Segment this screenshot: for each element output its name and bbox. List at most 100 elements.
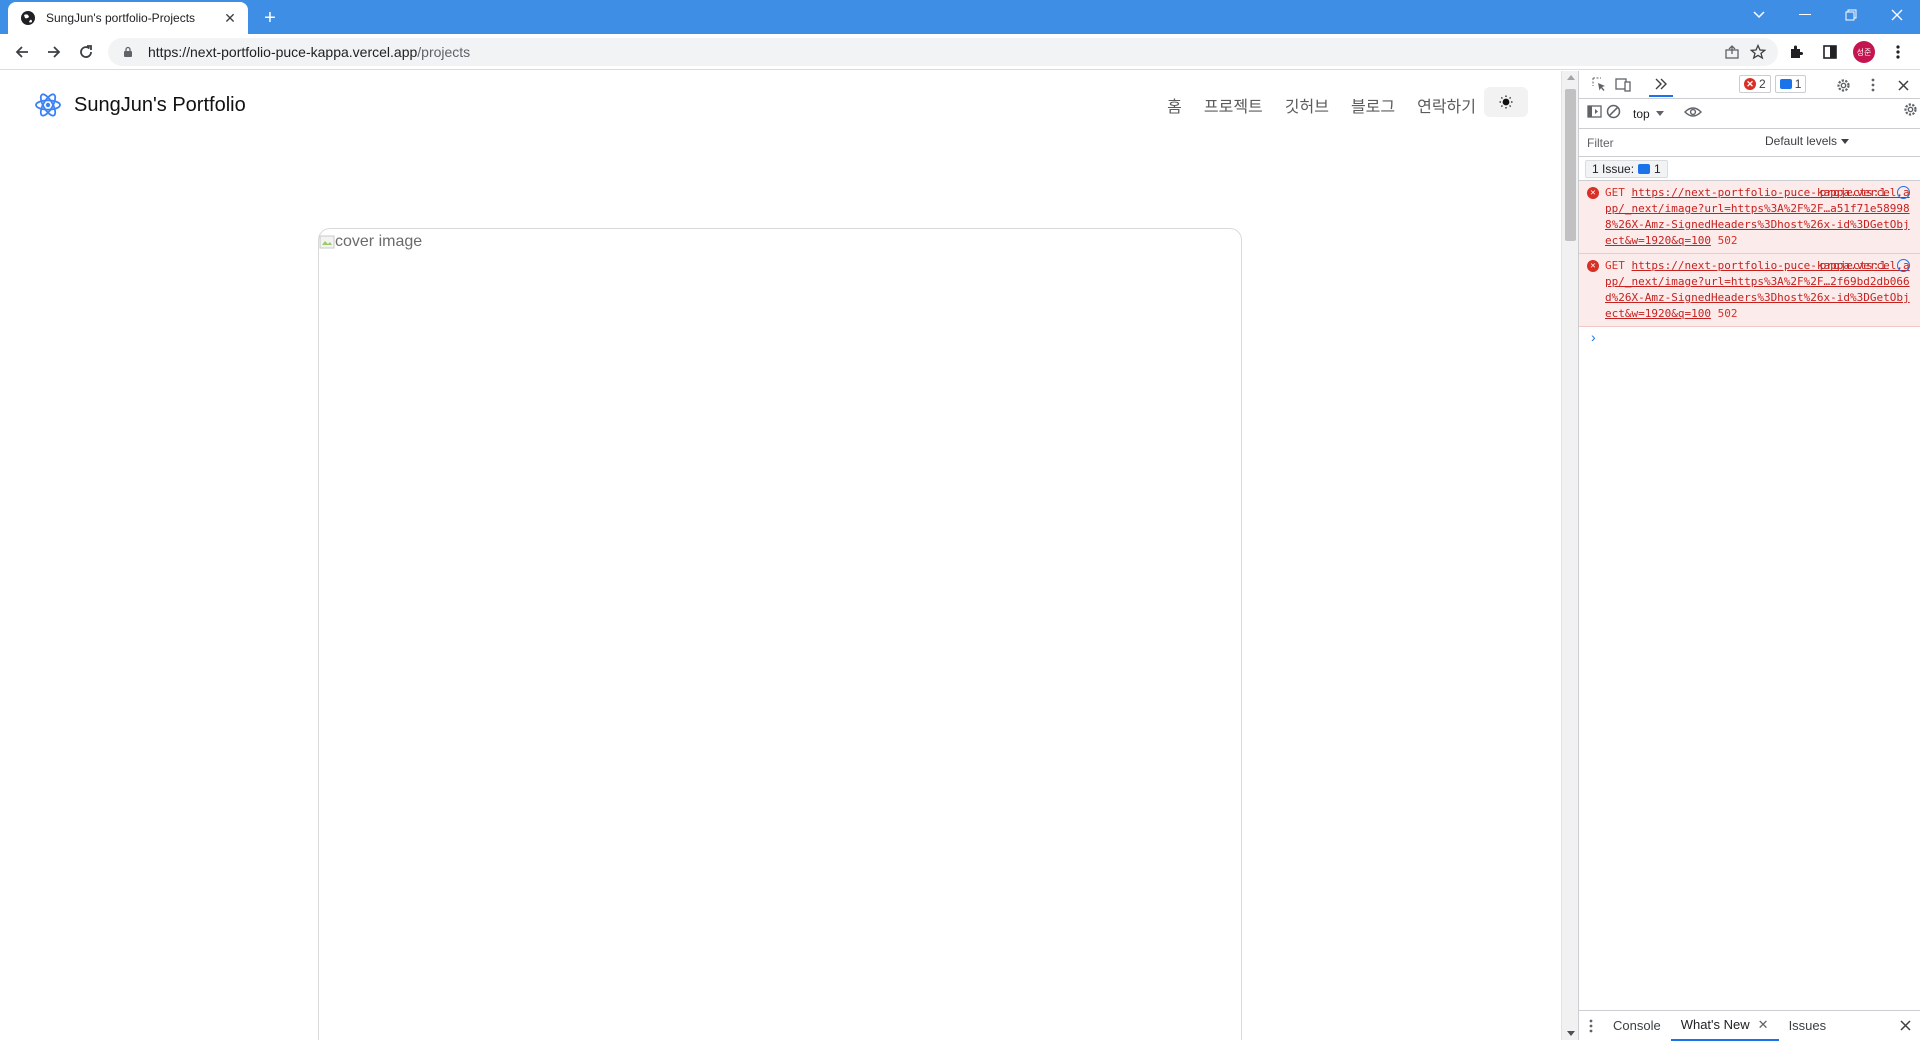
globe-icon — [21, 11, 35, 25]
brand-link[interactable]: SungJun's Portfolio — [34, 91, 246, 119]
scroll-up-icon[interactable] — [1567, 75, 1575, 80]
error-icon: ✕ — [1587, 187, 1599, 199]
reload-button[interactable] — [70, 36, 102, 68]
nav-blog[interactable]: 블로그 — [1351, 93, 1395, 117]
drawer-tab-label: Console — [1613, 1018, 1661, 1033]
log-levels-dropdown[interactable]: Default levels — [1765, 134, 1850, 148]
side-panel-icon[interactable] — [1816, 38, 1844, 66]
log-levels-label: Default levels — [1765, 134, 1838, 148]
http-method: GET — [1605, 186, 1625, 199]
inspect-element-icon[interactable] — [1587, 73, 1611, 97]
url-path: /projects — [417, 44, 471, 60]
console-toolbar: top — [1579, 99, 1920, 129]
scrollbar-thumb[interactable] — [1565, 89, 1576, 241]
scroll-down-icon[interactable] — [1567, 1031, 1575, 1036]
devtools-menu-icon[interactable] — [1861, 73, 1885, 97]
nav-projects[interactable]: 프로젝트 — [1204, 93, 1263, 117]
more-tabs-icon[interactable] — [1649, 73, 1673, 97]
avatar: 성준 — [1853, 41, 1875, 63]
console-error-row[interactable]: ✕ projects:1 GET https://next-portfolio-… — [1579, 181, 1920, 254]
error-icon: ✕ — [1587, 260, 1599, 272]
atom-logo-icon — [35, 93, 61, 117]
drawer-tab-console[interactable]: Console — [1603, 1011, 1671, 1041]
devtools-settings-icon[interactable] — [1831, 73, 1855, 97]
nav-github[interactable]: 깃허브 — [1285, 93, 1329, 117]
profile-button[interactable]: 성준 — [1850, 38, 1878, 66]
site-nav: 홈 프로젝트 깃허브 블로그 연락하기 — [1167, 93, 1476, 117]
tab-close-icon[interactable]: ✕ — [222, 10, 238, 26]
message-icon — [1638, 163, 1651, 174]
address-bar[interactable]: https://next-portfolio-puce-kappa.vercel… — [108, 38, 1778, 66]
error-icon: ✕ — [1744, 78, 1756, 90]
devtools-counters: ✕ 2 1 — [1739, 75, 1807, 93]
cover-image: cover image — [319, 233, 422, 251]
window-controls — [1736, 0, 1920, 30]
page-scrollbar[interactable] — [1561, 71, 1578, 1040]
network-request-icon[interactable] — [1897, 259, 1910, 272]
devtools-main-toolbar: ✕ 2 1 — [1579, 71, 1920, 99]
new-tab-button[interactable]: + — [258, 7, 282, 31]
close-tab-icon[interactable]: ✕ — [1758, 1017, 1769, 1033]
sidebar-toggle-icon[interactable] — [1587, 104, 1602, 123]
url-text[interactable]: https://next-portfolio-puce-kappa.vercel… — [148, 44, 470, 60]
drawer-tab-issues[interactable]: Issues — [1779, 1011, 1837, 1041]
network-request-icon[interactable] — [1897, 186, 1910, 199]
tab-title: SungJun's portfolio-Projects — [46, 11, 196, 25]
tab-search-icon[interactable] — [1736, 0, 1782, 30]
dropdown-arrow-icon — [1655, 111, 1664, 116]
devtools-close-icon[interactable] — [1891, 73, 1915, 97]
browser-tab[interactable]: SungJun's portfolio-Projects ✕ — [8, 2, 248, 34]
drawer-menu-icon[interactable] — [1579, 1011, 1603, 1041]
drawer-tab-label: What's New — [1680, 1017, 1750, 1032]
issues-link[interactable]: 1 Issue: 1 — [1585, 159, 1668, 178]
brand-name: SungJun's Portfolio — [74, 93, 246, 116]
cover-alt-text: cover image — [335, 233, 423, 250]
extensions-icon[interactable] — [1782, 38, 1810, 66]
restore-button[interactable] — [1828, 0, 1874, 30]
console-prompt[interactable]: › — [1579, 327, 1920, 349]
minimize-button[interactable] — [1782, 0, 1828, 30]
tab-strip: SungJun's portfolio-Projects ✕ + — [0, 0, 1920, 34]
issues-count: 1 — [1654, 161, 1661, 176]
console-filter-bar: Default levels — [1579, 129, 1920, 157]
device-toolbar-icon[interactable] — [1611, 73, 1635, 97]
status-code: 502 — [1717, 307, 1738, 320]
bookmark-star-icon[interactable] — [1750, 44, 1766, 60]
info-count: 1 — [1794, 77, 1802, 91]
nav-contact[interactable]: 연락하기 — [1417, 93, 1476, 117]
site-header: SungJun's Portfolio 홈 프로젝트 깃허브 블로그 연락하기 — [0, 71, 1560, 141]
drawer-close-icon[interactable] — [1890, 1011, 1920, 1041]
theme-toggle-button[interactable] — [1484, 87, 1528, 117]
live-expression-eye-icon[interactable] — [1683, 105, 1702, 123]
source-link[interactable]: projects:1 — [1820, 185, 1886, 201]
source-link[interactable]: projects:1 — [1820, 258, 1886, 274]
issues-label: 1 Issue: — [1592, 161, 1635, 176]
browser-menu-icon[interactable] — [1884, 38, 1912, 66]
share-icon[interactable] — [1724, 44, 1740, 60]
clear-console-icon[interactable] — [1606, 104, 1621, 124]
broken-image-icon — [319, 235, 335, 249]
devtools-drawer: Console What's New ✕ Issues — [1579, 1010, 1920, 1041]
lock-icon[interactable] — [122, 46, 134, 58]
page-viewport: SungJun's Portfolio 홈 프로젝트 깃허브 블로그 연락하기 … — [0, 71, 1560, 1040]
dropdown-arrow-icon — [1841, 138, 1850, 144]
devtools-panel: ✕2 1 top Default levels 1 Issue: 1 ✕ proj… — [1578, 71, 1920, 1041]
url-host: https://next-portfolio-puce-kappa.vercel… — [148, 44, 418, 60]
project-card[interactable]: cover image — [318, 228, 1242, 1040]
console-filter-input[interactable] — [1585, 132, 1757, 153]
nav-home[interactable]: 홈 — [1167, 93, 1182, 117]
context-selector[interactable]: top — [1625, 103, 1672, 125]
drawer-tab-whats-new[interactable]: What's New ✕ — [1670, 1011, 1779, 1041]
back-button[interactable] — [6, 36, 38, 68]
http-method: GET — [1605, 259, 1625, 272]
drawer-tab-label: Issues — [1788, 1018, 1827, 1033]
info-count-badge[interactable]: 1 — [1774, 75, 1807, 93]
error-count-badge[interactable]: ✕ 2 — [1739, 75, 1771, 93]
console-settings-icon[interactable] — [1903, 102, 1918, 122]
console-error-row[interactable]: ✕ projects:1 GET https://next-portfolio-… — [1579, 254, 1920, 327]
sun-icon — [1499, 95, 1513, 109]
close-window-button[interactable] — [1874, 0, 1920, 30]
status-code: 502 — [1717, 234, 1738, 247]
forward-button[interactable] — [38, 36, 70, 68]
context-label: top — [1633, 106, 1650, 121]
